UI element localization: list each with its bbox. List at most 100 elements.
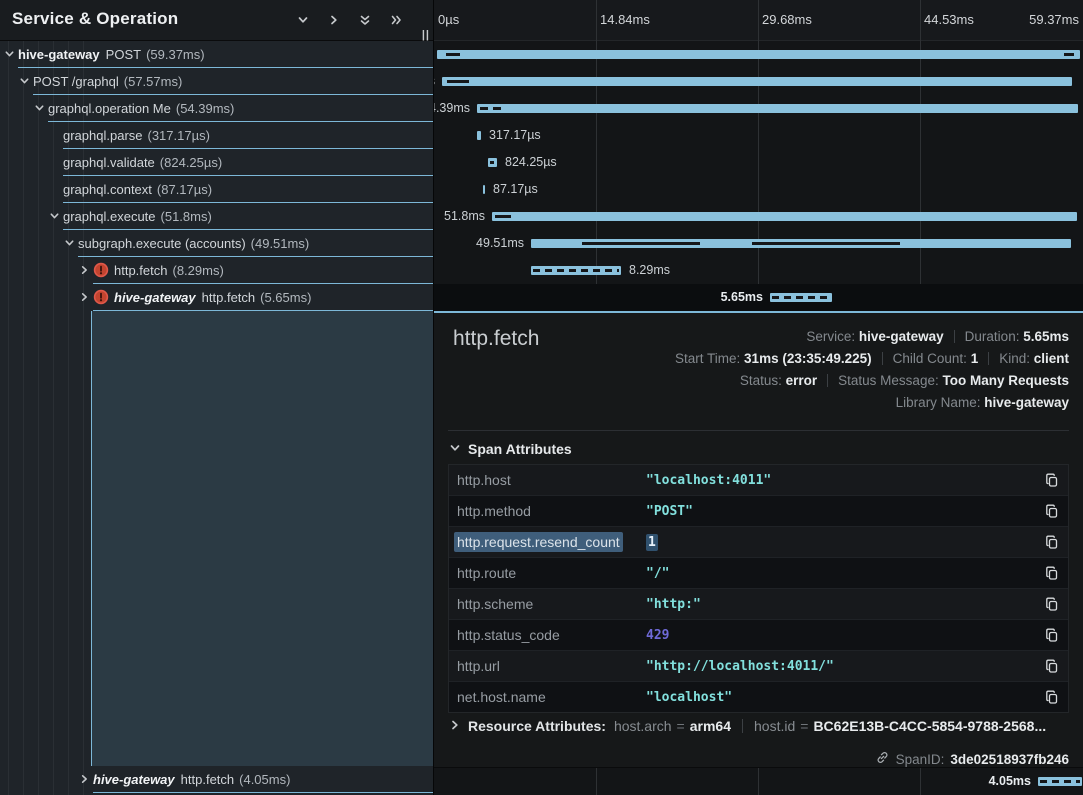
copy-icon[interactable] (1044, 658, 1060, 674)
chevron-down-icon[interactable] (49, 211, 60, 222)
tree-row[interactable]: POST /graphql(57.57ms) (0, 68, 433, 95)
attribute-key: http.host (457, 472, 511, 488)
timeline-tick-label: 29.68ms (762, 12, 812, 27)
span-duration: (87.17µs) (157, 182, 212, 197)
chevron-right-icon[interactable] (79, 292, 90, 303)
meta-value: hive-gateway (984, 395, 1069, 410)
self-time-segment (493, 107, 501, 110)
resource-attributes-row[interactable]: Resource Attributes:host.arch=arm64host.… (449, 718, 1069, 734)
tree-row[interactable]: graphql.operation Me(54.39ms) (0, 95, 433, 122)
detail-meta-line: Status: errorStatus Message: Too Many Re… (675, 370, 1069, 392)
meta-separator (988, 352, 989, 365)
attribute-row[interactable]: http.scheme"http:" (449, 588, 1068, 619)
attribute-row[interactable]: net.host.name"localhost" (449, 681, 1068, 712)
duration-label: 57.57ms (434, 68, 435, 95)
meta-value: 31ms (23:35:49.225) (744, 351, 872, 366)
attribute-row[interactable]: http.method"POST" (449, 495, 1068, 526)
copy-icon[interactable] (1044, 596, 1060, 612)
chevron-down-icon[interactable] (4, 49, 15, 60)
meta-label: Service: (806, 329, 859, 344)
attribute-value: "localhost:4011" (646, 473, 771, 488)
resource-attributes-heading: Resource Attributes: (468, 718, 606, 734)
chevron-down-icon (449, 441, 461, 457)
panel-resize-handle[interactable]: || (422, 29, 430, 41)
resource-key: host.id (754, 718, 795, 734)
tree-row[interactable]: graphql.parse (317.17µs) (0, 122, 433, 149)
copy-icon[interactable] (1044, 503, 1060, 519)
chevron-down-icon[interactable] (64, 238, 75, 249)
span-duration: (5.65ms) (260, 290, 311, 305)
meta-value: error (786, 373, 818, 388)
self-time-segment (495, 215, 511, 218)
copy-icon[interactable] (1044, 689, 1060, 705)
attribute-value: 1 (646, 534, 658, 551)
attribute-value: "localhost" (646, 690, 732, 705)
error-icon (93, 262, 109, 278)
self-time-segment (1064, 53, 1074, 56)
span-bar[interactable] (437, 50, 1080, 59)
chevron-spacer (49, 157, 60, 168)
attribute-row[interactable]: http.host "localhost:4011" (449, 465, 1068, 495)
copy-icon[interactable] (1044, 472, 1060, 488)
span-duration: (59.37ms) (146, 47, 205, 62)
copy-icon[interactable] (1044, 534, 1060, 550)
duration-label: 824.25µs (505, 149, 557, 176)
copy-icon[interactable] (1044, 565, 1060, 581)
copy-icon[interactable] (1044, 627, 1060, 643)
tree-row[interactable]: hive-gatewayhttp.fetch(4.05ms) (0, 766, 433, 793)
span-duration: (49.51ms) (251, 236, 310, 251)
timeline-panel: 0µs14.84ms29.68ms44.53ms59.37ms 57.57ms5… (434, 0, 1083, 795)
attribute-row[interactable]: http.status_code429 (449, 619, 1068, 650)
chevron-right-icon[interactable] (79, 265, 90, 276)
tree-row[interactable]: hive-gatewayhttp.fetch(5.65ms) (0, 284, 433, 311)
span-attributes-toggle[interactable]: Span Attributes (449, 441, 572, 457)
span-bar[interactable] (442, 77, 1072, 86)
timeline-row: 4.05ms (434, 768, 1083, 795)
span-bar[interactable] (477, 131, 481, 140)
tree-row[interactable]: http.fetch(8.29ms) (0, 257, 433, 284)
span-detail-panel: http.fetch Service: hive-gatewayDuration… (434, 311, 1083, 768)
link-icon[interactable] (875, 750, 890, 768)
duration-label: 5.65ms (721, 284, 763, 311)
duration-label: 54.39ms (434, 95, 470, 122)
trace-viewer: Service & Operation || hive-gatewayPOST(… (0, 0, 1083, 795)
attribute-row[interactable]: http.request.resend_count1 (449, 526, 1068, 557)
tree-row-content: graphql.execute(51.8ms) (0, 203, 433, 229)
timeline-row: 87.17µs (434, 176, 1083, 203)
chevron-right-icon[interactable] (79, 774, 90, 785)
self-time-segment (772, 296, 830, 299)
meta-label: Library Name: (896, 395, 985, 410)
span-operation-name: graphql.parse (63, 128, 143, 143)
tree-row[interactable]: graphql.execute(51.8ms) (0, 203, 433, 230)
attribute-row[interactable]: http.route"/" (449, 557, 1068, 588)
chevron-down-icon[interactable] (296, 13, 310, 27)
span-bar[interactable] (477, 104, 1078, 113)
tree-row[interactable]: subgraph.execute (accounts)(49.51ms) (0, 230, 433, 257)
span-duration: (317.17µs) (148, 128, 210, 143)
attribute-row[interactable]: http.url"http://localhost:4011/" (449, 650, 1068, 681)
chevron-down-icon[interactable] (19, 76, 30, 87)
span-bar[interactable] (483, 185, 485, 194)
resource-separator (742, 719, 743, 733)
attribute-key: http.url (457, 658, 500, 674)
tree-row[interactable]: graphql.context(87.17µs) (0, 176, 433, 203)
tree-row-content: hive-gatewayhttp.fetch(5.65ms) (0, 284, 433, 310)
chevron-down-icon[interactable] (34, 103, 45, 114)
double-chevron-right-icon[interactable] (389, 13, 403, 27)
tree-row-content: graphql.parse (317.17µs) (0, 122, 433, 148)
self-time-segment (1040, 780, 1080, 783)
span-bar[interactable] (492, 212, 1077, 221)
tree-row[interactable]: graphql.validate(824.25µs) (0, 149, 433, 176)
chevron-right-icon[interactable] (327, 13, 341, 27)
self-time-segment (490, 161, 494, 164)
row-connector-line (93, 310, 433, 311)
span-duration: (824.25µs) (160, 155, 222, 170)
detail-meta-line: Start Time: 31ms (23:35:49.225)Child Cou… (675, 348, 1069, 370)
double-chevron-down-icon[interactable] (358, 13, 372, 27)
span-operation-name: graphql.execute (63, 209, 156, 224)
self-time-segment (533, 269, 619, 272)
meta-value: client (1034, 351, 1069, 366)
tree-row[interactable]: hive-gatewayPOST(59.37ms) (0, 41, 433, 68)
self-time-segment (480, 107, 488, 110)
span-operation-name: http.fetch (114, 263, 167, 278)
